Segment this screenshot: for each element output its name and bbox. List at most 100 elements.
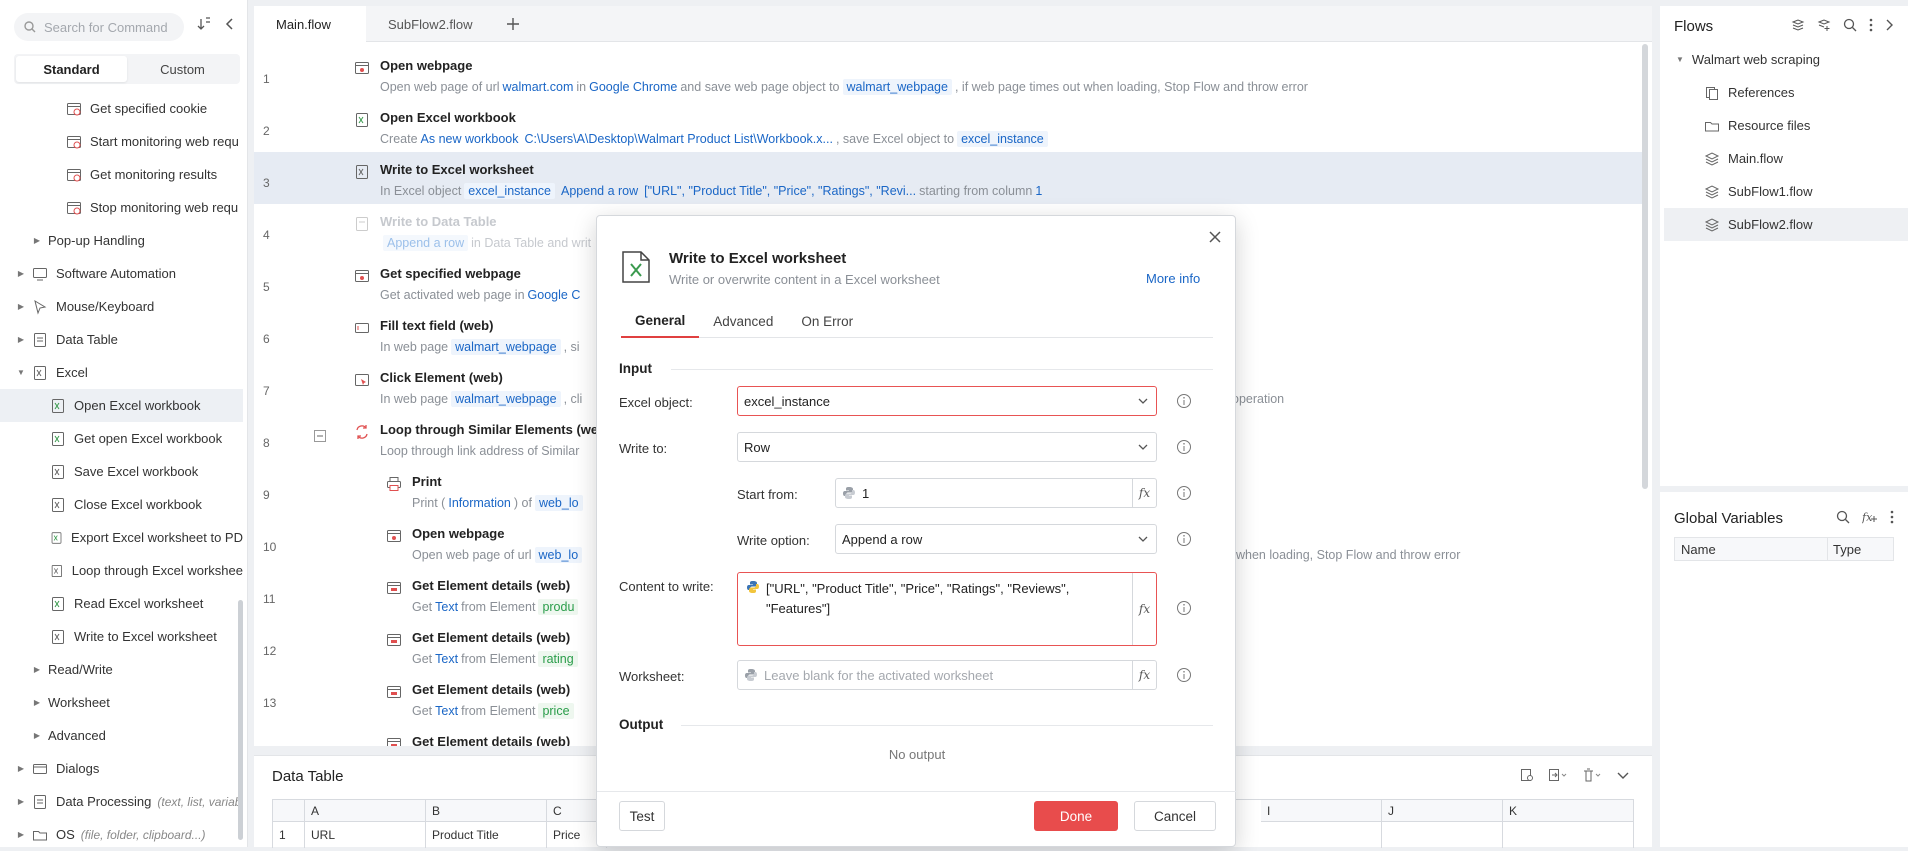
col-header[interactable]: A [305, 800, 426, 822]
editor-scrollbar[interactable] [1642, 44, 1648, 489]
more-icon[interactable] [1869, 18, 1873, 32]
table-cell[interactable]: URL [305, 822, 426, 848]
cmd-write-excel-worksheet[interactable]: Write to Excel worksheet [0, 620, 243, 653]
write-to-select[interactable]: Row [737, 432, 1157, 462]
add-tab-button[interactable] [492, 6, 534, 42]
group-data-table[interactable]: ▶ Data Table [0, 323, 243, 356]
group-software-automation[interactable]: ▶ Software Automation [0, 257, 243, 290]
group-dialogs[interactable]: ▶ Dialogs [0, 752, 243, 785]
start-from-input[interactable]: 1 fx [835, 478, 1157, 508]
collapse-block-icon[interactable] [314, 430, 326, 442]
left-scrollbar[interactable] [238, 600, 243, 840]
col-header[interactable]: J [1382, 800, 1503, 822]
flow-root[interactable]: ▼ Walmart web scraping [1664, 43, 1908, 76]
group-excel[interactable]: ▼ Excel [0, 356, 243, 389]
info-icon[interactable] [1176, 439, 1192, 455]
fx-button[interactable]: fx [1132, 661, 1156, 689]
cmd-open-excel-workbook[interactable]: Open Excel workbook [0, 389, 243, 422]
sort-icon[interactable] [197, 17, 211, 31]
col-header[interactable]: I [1261, 800, 1382, 822]
group-data-processing[interactable]: ▶ Data Processing (text, list, variab [0, 785, 243, 818]
add-subflow-icon[interactable] [1817, 18, 1831, 32]
table-cell[interactable]: Product Title [426, 822, 547, 848]
done-button[interactable]: Done [1034, 801, 1118, 831]
col-header[interactable]: K [1503, 800, 1634, 822]
expand-icon[interactable]: ▶ [32, 698, 42, 707]
expand-icon[interactable]: ▶ [32, 731, 42, 740]
command-search[interactable]: Search for Command [14, 13, 184, 41]
expand-icon[interactable]: ▶ [16, 830, 26, 839]
tab-on-error[interactable]: On Error [787, 304, 867, 338]
tab-subflow2[interactable]: SubFlow2.flow [366, 6, 492, 42]
tab-general[interactable]: General [621, 304, 700, 338]
expand-icon[interactable]: ▶ [16, 302, 26, 311]
cmd-get-specified-cookie[interactable]: Get specified cookie [0, 92, 243, 125]
info-icon[interactable] [1176, 531, 1192, 547]
step-row-3[interactable]: 3 Write to Excel worksheet In Excel obje… [254, 152, 1644, 204]
cmd-save-excel-workbook[interactable]: Save Excel workbook [0, 455, 243, 488]
collapse-icon[interactable]: ▼ [16, 368, 26, 377]
flow-subflow1[interactable]: SubFlow1.flow [1664, 175, 1908, 208]
export-icon[interactable] [1548, 768, 1568, 782]
tab-custom[interactable]: Custom [127, 56, 238, 82]
chevron-down-icon[interactable] [1616, 768, 1630, 782]
info-icon[interactable] [1176, 393, 1192, 409]
tab-advanced[interactable]: Advanced [699, 304, 787, 338]
excel-object-select[interactable]: excel_instance [737, 386, 1157, 416]
expand-icon[interactable]: ▶ [16, 797, 26, 806]
table-settings-icon[interactable] [1520, 768, 1534, 782]
info-icon[interactable] [1176, 600, 1192, 616]
test-button[interactable]: Test [619, 801, 665, 831]
fx-button[interactable]: fx [1132, 479, 1156, 507]
cmd-close-excel-workbook[interactable]: Close Excel workbook [0, 488, 243, 521]
flow-references[interactable]: References [1664, 76, 1908, 109]
worksheet-input[interactable]: Leave blank for the activated worksheet … [737, 660, 1157, 690]
cmd-stop-monitoring[interactable]: Stop monitoring web requ [0, 191, 243, 224]
cmd-export-excel-pdf[interactable]: Export Excel worksheet to PD [0, 521, 243, 554]
group-advanced[interactable]: ▶ Advanced [0, 719, 243, 752]
add-variable-icon[interactable]: fx [1862, 510, 1878, 524]
fx-button[interactable]: fx [1132, 573, 1156, 645]
table-cell[interactable] [1261, 822, 1382, 848]
cancel-button[interactable]: Cancel [1134, 801, 1216, 831]
write-option-select[interactable]: Append a row [835, 524, 1157, 554]
col-header[interactable]: B [426, 800, 547, 822]
collapse-panel-icon[interactable] [223, 17, 237, 31]
info-icon[interactable] [1176, 485, 1192, 501]
add-flow-icon[interactable] [1791, 18, 1805, 32]
delete-icon[interactable] [1582, 768, 1602, 782]
more-info-link[interactable]: More info [1146, 271, 1200, 286]
table-cell[interactable] [1503, 822, 1634, 848]
expand-icon[interactable]: ▶ [16, 764, 26, 773]
expand-icon[interactable]: ▶ [32, 665, 42, 674]
table-cell[interactable] [1382, 822, 1503, 848]
group-read-write[interactable]: ▶ Read/Write [0, 653, 243, 686]
collapse-icon[interactable]: ▼ [1676, 55, 1684, 64]
group-os[interactable]: ▶ OS (file, folder, clipboard...) [0, 818, 243, 851]
more-icon[interactable] [1890, 510, 1894, 524]
step-row-2[interactable]: 2 Open Excel workbook Create As new workb… [254, 100, 1644, 152]
group-popup-handling[interactable]: ▶ Pop-up Handling [0, 224, 243, 257]
expand-icon[interactable]: ▶ [16, 269, 26, 278]
group-worksheet[interactable]: ▶ Worksheet [0, 686, 243, 719]
chevron-right-icon[interactable] [1885, 18, 1895, 32]
flow-main[interactable]: Main.flow [1664, 142, 1908, 175]
search-icon[interactable] [1843, 18, 1857, 32]
tab-standard[interactable]: Standard [16, 56, 127, 82]
expand-icon[interactable]: ▶ [32, 236, 42, 245]
close-icon[interactable] [1206, 228, 1224, 246]
search-icon[interactable] [1836, 510, 1850, 524]
cmd-get-monitoring-results[interactable]: Get monitoring results [0, 158, 243, 191]
step-row-1[interactable]: 1 Open webpage Open web page of url walma… [254, 48, 1644, 100]
cmd-loop-excel-worksheet[interactable]: Loop through Excel workshee [0, 554, 243, 587]
info-icon[interactable] [1176, 667, 1192, 683]
flow-resource-files[interactable]: Resource files [1664, 109, 1908, 142]
tab-main-flow[interactable]: Main.flow [254, 6, 366, 42]
content-textarea[interactable]: ["URL", "Product Title", "Price", "Ratin… [737, 572, 1157, 646]
cmd-read-excel-worksheet[interactable]: Read Excel worksheet [0, 587, 243, 620]
flow-subflow2[interactable]: SubFlow2.flow [1664, 208, 1908, 241]
group-mouse-keyboard[interactable]: ▶ Mouse/Keyboard [0, 290, 243, 323]
cmd-start-monitoring[interactable]: Start monitoring web requ [0, 125, 243, 158]
expand-icon[interactable]: ▶ [16, 335, 26, 344]
cmd-get-open-excel-workbook[interactable]: Get open Excel workbook [0, 422, 243, 455]
